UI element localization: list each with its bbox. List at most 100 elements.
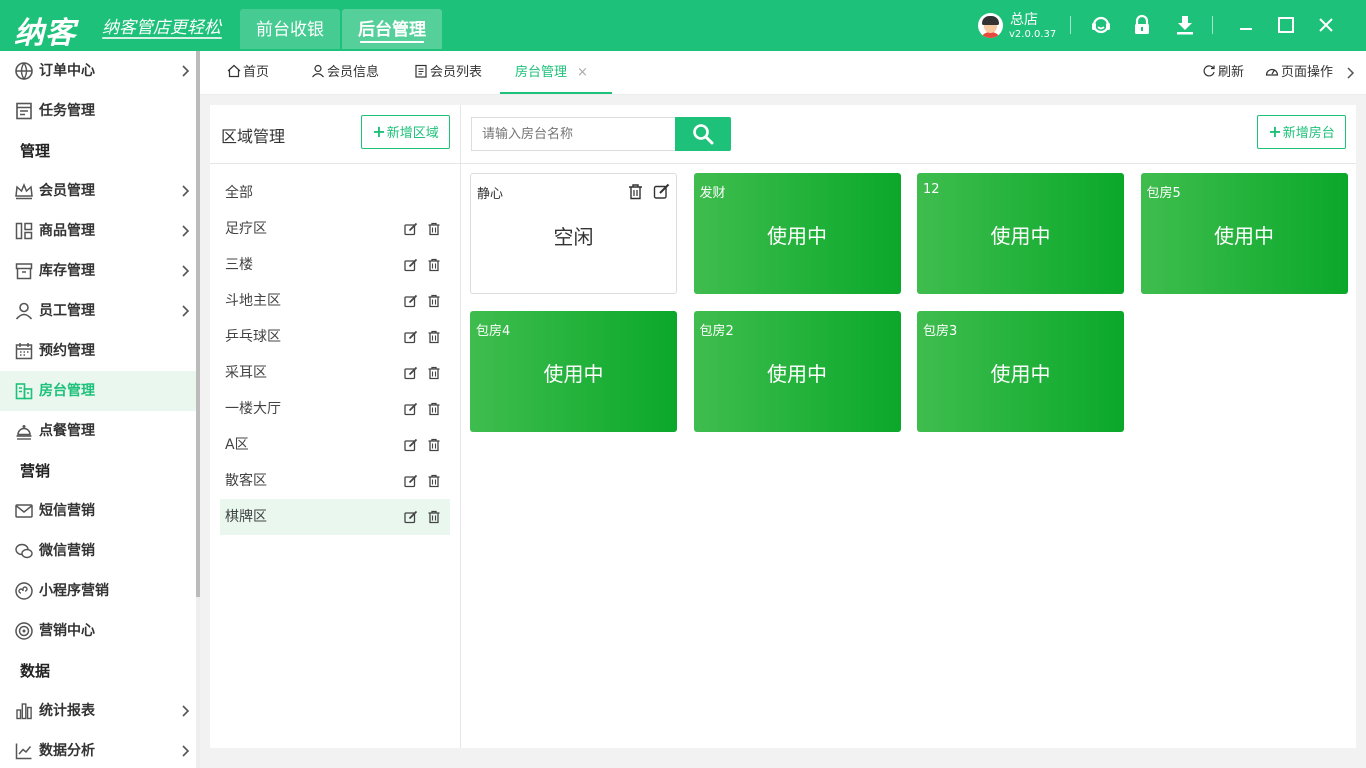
room-card[interactable]: 包房4 使用中 <box>470 311 677 432</box>
sidebar-scrollbar[interactable] <box>196 51 200 597</box>
chevron-right-icon[interactable] <box>1345 67 1355 79</box>
edit-icon[interactable] <box>404 402 418 416</box>
tab-member-list-label: 会员列表 <box>430 65 483 80</box>
area-list-item[interactable]: 一楼大厅 <box>220 391 450 427</box>
add-area-button[interactable]: +新增区域 <box>361 115 450 149</box>
room-search-input[interactable] <box>471 117 676 151</box>
room-card[interactable]: 包房5 使用中 <box>1140 173 1348 294</box>
area-list-item[interactable]: 足疗区 <box>220 211 450 247</box>
sidebar-item[interactable]: 库存管理 <box>0 251 196 291</box>
edit-icon[interactable] <box>404 294 418 308</box>
chevron-right-icon <box>182 305 190 317</box>
delete-icon[interactable] <box>627 183 644 200</box>
tab-member-list[interactable]: 会员列表 <box>414 51 482 94</box>
area-list-item[interactable]: 三楼 <box>220 247 450 283</box>
edit-icon[interactable] <box>653 183 670 200</box>
edit-icon[interactable] <box>404 438 418 452</box>
room-card[interactable]: 包房3 使用中 <box>917 311 1124 432</box>
delete-icon[interactable] <box>427 294 441 308</box>
area-list-item[interactable]: 全部 <box>220 175 450 211</box>
sidebar-item[interactable]: 商品管理 <box>0 211 196 251</box>
delete-icon[interactable] <box>427 258 441 272</box>
sidebar-item[interactable]: 点餐管理 <box>0 411 196 451</box>
room-status: 使用中 <box>767 224 827 248</box>
room-card[interactable]: 发财使用中 <box>693 173 901 294</box>
edit-icon[interactable] <box>404 258 418 272</box>
room-status: 使用中 <box>990 362 1051 386</box>
maximize-icon[interactable] <box>1274 13 1298 37</box>
area-item-label: A区 <box>225 437 249 453</box>
minimize-icon[interactable] <box>1234 13 1258 37</box>
sidebar-item-label: 营销中心 <box>39 623 95 639</box>
delete-icon[interactable] <box>427 222 441 236</box>
lock-icon[interactable] <box>1131 14 1153 36</box>
edit-icon[interactable] <box>404 474 418 488</box>
tab-member-info-label: 会员信息 <box>327 65 380 80</box>
delete-icon[interactable] <box>427 366 441 380</box>
list-icon <box>415 64 427 78</box>
room-name: 发财 <box>699 186 726 201</box>
sidebar-item[interactable]: 微信营销 <box>0 531 196 571</box>
room-name: 包房5 <box>1146 186 1181 201</box>
edit-icon[interactable] <box>404 366 418 380</box>
tab-close-icon[interactable]: × <box>577 65 588 80</box>
delete-icon[interactable] <box>427 330 441 344</box>
edit-icon[interactable] <box>404 330 418 344</box>
sidebar-item[interactable]: 订单中心 <box>0 51 196 91</box>
area-list-item[interactable]: 棋牌区 <box>220 499 450 535</box>
sidebar-item-label: 员工管理 <box>39 303 95 319</box>
add-room-button[interactable]: +新增房台 <box>1257 115 1346 149</box>
tab-home[interactable]: 首页 <box>227 51 269 94</box>
sidebar-item[interactable]: 统计报表 <box>0 691 196 731</box>
sidebar-item[interactable]: 任务管理 <box>0 91 196 131</box>
sidebar-item[interactable]: 会员管理 <box>0 171 196 211</box>
store-name[interactable]: 总店 <box>1010 9 1038 29</box>
app-logo: 纳客 <box>14 16 76 51</box>
room-status: 使用中 <box>543 362 604 386</box>
top-tab-cashier[interactable]: 前台收银 <box>240 9 340 49</box>
room-name: 包房4 <box>476 324 511 339</box>
customer-service-icon[interactable] <box>1090 14 1112 36</box>
tab-home-label: 首页 <box>243 65 270 80</box>
close-icon[interactable] <box>1314 13 1338 37</box>
area-list-item[interactable]: A区 <box>220 427 450 463</box>
area-list-item[interactable]: 散客区 <box>220 463 450 499</box>
tab-member-info[interactable]: 会员信息 <box>311 51 379 94</box>
room-card[interactable]: 静心 空闲 <box>470 173 677 294</box>
room-card[interactable]: 12 使用中 <box>917 173 1124 294</box>
search-button[interactable] <box>675 117 731 151</box>
room-panel: +新增房台 静心空闲发财使用中12使用中包房5使用中包房4使用中包房2使用中包房… <box>461 105 1356 748</box>
delete-icon[interactable] <box>427 402 441 416</box>
top-tab-backend[interactable]: 后台管理 <box>342 9 442 49</box>
area-list-item[interactable]: 采耳区 <box>220 355 450 391</box>
delete-icon[interactable] <box>427 474 441 488</box>
sidebar-item[interactable]: 员工管理 <box>0 291 196 331</box>
edit-icon[interactable] <box>404 222 418 236</box>
area-item-label: 斗地主区 <box>225 293 281 309</box>
sidebar-item[interactable]: 数据分析 <box>0 731 196 768</box>
sidebar-item[interactable]: 房台管理 <box>0 371 196 411</box>
page-operations-button[interactable]: 页面操作 <box>1265 51 1333 94</box>
room-card[interactable]: 包房2 使用中 <box>693 311 901 432</box>
room-name: 包房2 <box>699 324 734 339</box>
area-item-label: 足疗区 <box>225 221 267 237</box>
sidebar-item[interactable]: 预约管理 <box>0 331 196 371</box>
refresh-button[interactable]: 刷新 <box>1202 51 1244 94</box>
area-item-label: 散客区 <box>225 473 267 489</box>
edit-icon[interactable] <box>404 510 418 524</box>
sidebar-item[interactable]: 营销中心 <box>0 611 196 651</box>
delete-icon[interactable] <box>427 510 441 524</box>
crown-icon <box>15 183 33 200</box>
delete-icon[interactable] <box>427 438 441 452</box>
avatar[interactable] <box>978 13 1003 38</box>
area-list-item[interactable]: 乒乓球区 <box>220 319 450 355</box>
area-list-item[interactable]: 斗地主区 <box>220 283 450 319</box>
room-status: 使用中 <box>1214 224 1274 248</box>
person-icon <box>15 302 33 320</box>
download-icon[interactable] <box>1174 14 1196 36</box>
sidebar-item[interactable]: 短信营销 <box>0 491 196 531</box>
top-bar: 纳客 纳客管店更轻松 前台收银 后台管理 总店 v2.0.0.37 <box>0 0 1366 51</box>
sidebar-item[interactable]: 小程序营销 <box>0 571 196 611</box>
sidebar-item-label: 数据分析 <box>39 743 95 759</box>
tab-room-management[interactable]: 房台管理 × <box>500 51 612 94</box>
